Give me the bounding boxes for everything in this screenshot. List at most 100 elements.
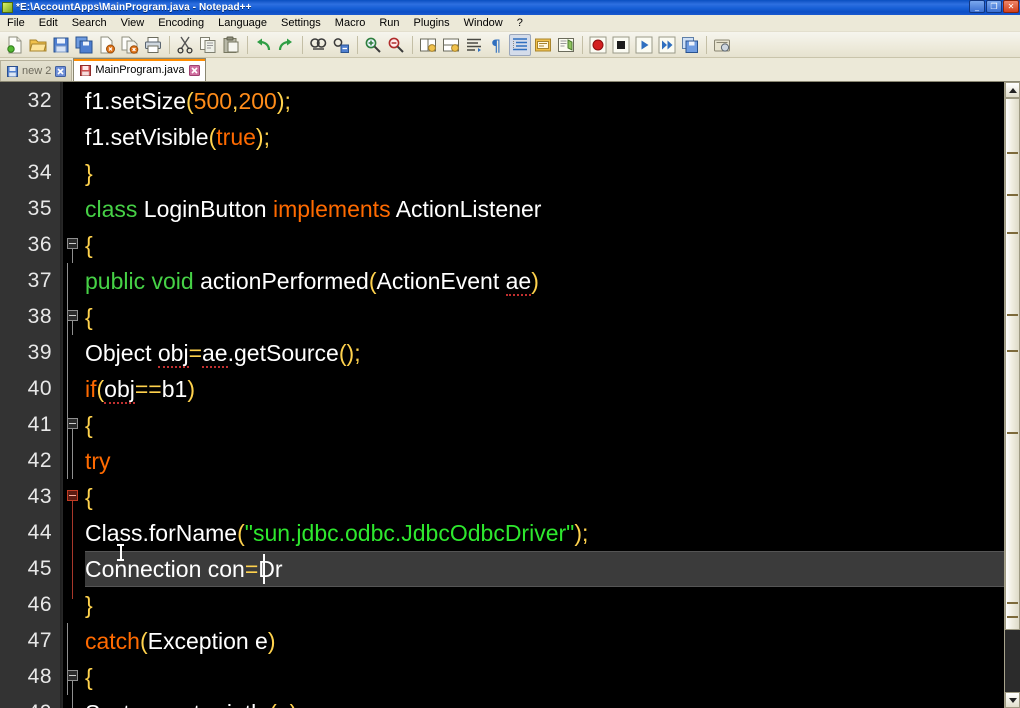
menu-item-search[interactable]: Search xyxy=(65,15,114,31)
code-line[interactable]: 45 Connection con=Dr xyxy=(0,551,1020,587)
code-line[interactable]: 33 f1.setVisible(true); xyxy=(0,119,1020,155)
menu-item-macro[interactable]: Macro xyxy=(328,15,373,31)
menu-item-encoding[interactable]: Encoding xyxy=(151,15,211,31)
menu-item-help[interactable]: ? xyxy=(510,15,530,31)
menu-item-edit[interactable]: Edit xyxy=(32,15,65,31)
find-icon[interactable] xyxy=(307,34,329,56)
menu-item-settings[interactable]: Settings xyxy=(274,15,328,31)
menu-item-window[interactable]: Window xyxy=(457,15,510,31)
copy-icon[interactable] xyxy=(197,34,219,56)
word-wrap-icon[interactable] xyxy=(463,34,485,56)
line-text: public void actionPerformed(ActionEvent … xyxy=(85,263,539,299)
code-token: { xyxy=(85,664,93,690)
macro-play-multiple-icon[interactable] xyxy=(656,34,678,56)
undo-icon[interactable] xyxy=(252,34,274,56)
line-number: 41 xyxy=(27,413,52,436)
save-all-icon[interactable] xyxy=(73,34,95,56)
line-text: f1.setVisible(true); xyxy=(85,119,270,155)
redo-icon[interactable] xyxy=(275,34,297,56)
scrollbar-marks xyxy=(1007,82,1018,708)
macro-play-icon[interactable] xyxy=(633,34,655,56)
close-button[interactable]: ✕ xyxy=(1003,0,1019,13)
zoom-out-icon[interactable] xyxy=(385,34,407,56)
macro-stop-icon[interactable] xyxy=(610,34,632,56)
line-text: } xyxy=(85,587,93,623)
window-title: *E:\AccountApps\MainProgram.java - Notep… xyxy=(16,2,252,13)
code-token: 200 xyxy=(238,88,277,114)
open-file-icon[interactable] xyxy=(27,34,49,56)
menu-item-plugins[interactable]: Plugins xyxy=(407,15,457,31)
scrollbar-mark xyxy=(1007,432,1018,434)
vertical-scrollbar[interactable] xyxy=(1004,82,1020,708)
code-line[interactable]: 49 System.out.println(e); xyxy=(0,695,1020,708)
code-line[interactable]: 34} xyxy=(0,155,1020,191)
scrollbar-mark xyxy=(1007,314,1018,316)
replace-icon[interactable] xyxy=(330,34,352,56)
code-line[interactable]: 36 { xyxy=(0,227,1020,263)
macro-record-icon[interactable] xyxy=(587,34,609,56)
menu-item-file[interactable]: File xyxy=(0,15,32,31)
code-line[interactable]: 42 try xyxy=(0,443,1020,479)
code-line[interactable]: 47 catch(Exception e) xyxy=(0,623,1020,659)
chevron-down-icon xyxy=(1008,697,1017,703)
code-token: ; xyxy=(354,340,361,366)
tab-close-icon[interactable] xyxy=(188,64,200,76)
restore-button[interactable]: ❐ xyxy=(986,0,1002,13)
close-all-icon[interactable] xyxy=(119,34,141,56)
line-number: 48 xyxy=(27,665,52,688)
code-line[interactable]: 39 Object obj=ae.getSource(); xyxy=(0,335,1020,371)
menu-item-run[interactable]: Run xyxy=(372,15,406,31)
tab-new-2[interactable]: new 2 xyxy=(0,60,73,81)
code-line[interactable]: 37 public void actionPerformed(ActionEven… xyxy=(0,263,1020,299)
code-line[interactable]: 38 { xyxy=(0,299,1020,335)
line-text: Connection con=Dr xyxy=(85,551,283,587)
code-token: ( xyxy=(186,88,194,114)
indent-guide-icon[interactable] xyxy=(509,33,531,56)
new-file-icon[interactable] xyxy=(4,34,26,56)
code-editor[interactable]: 32 f1.setSize(500,200); 33 f1.setVisible(tr… xyxy=(0,82,1020,708)
zoom-in-icon[interactable] xyxy=(362,34,384,56)
line-text: Class.forName("sun.jdbc.odbc.JdbcOdbcDri… xyxy=(85,515,588,551)
user-defined-dialog-icon[interactable] xyxy=(532,34,554,56)
code-line[interactable]: 41 { xyxy=(0,407,1020,443)
line-text: try xyxy=(85,443,111,479)
sync-vertical-icon[interactable] xyxy=(417,34,439,56)
show-all-characters-icon[interactable]: ¶ xyxy=(486,34,508,56)
save-icon[interactable] xyxy=(50,34,72,56)
document-map-icon[interactable] xyxy=(555,34,577,56)
minimize-button[interactable]: _ xyxy=(969,0,985,13)
print-icon[interactable] xyxy=(142,34,164,56)
toolbar-separator xyxy=(412,35,413,54)
tab-close-icon[interactable] xyxy=(55,65,67,77)
code-line[interactable]: 40 if(obj==b1) xyxy=(0,371,1020,407)
code-token: ae xyxy=(505,268,532,296)
menu-item-language[interactable]: Language xyxy=(211,15,274,31)
scrollbar-mark xyxy=(1007,350,1018,352)
menu-item-view[interactable]: View xyxy=(114,15,152,31)
code-line[interactable]: 44 Class.forName("sun.jdbc.odbc.JdbcOdbcD… xyxy=(0,515,1020,551)
scroll-down-arrow[interactable] xyxy=(1005,692,1020,708)
code-token: b1 xyxy=(161,376,188,402)
code-line[interactable]: 32 f1.setSize(500,200); xyxy=(0,83,1020,119)
code-line[interactable]: 46} xyxy=(0,587,1020,623)
code-line[interactable]: 35 class LoginButton implements ActionLis… xyxy=(0,191,1020,227)
code-token: } xyxy=(85,160,93,186)
tab-mainprogram-java[interactable]: MainProgram.java xyxy=(73,58,206,81)
scrollbar-mark xyxy=(1007,194,1018,196)
toolbar: ¶ xyxy=(0,32,1020,58)
line-number: 46 xyxy=(27,593,52,616)
tab-label: MainProgram.java xyxy=(95,64,185,76)
run-icon[interactable] xyxy=(711,34,733,56)
macro-save-icon[interactable] xyxy=(679,34,701,56)
code-line[interactable]: 48 { xyxy=(0,659,1020,695)
sync-horizontal-icon[interactable] xyxy=(440,34,462,56)
line-text: { xyxy=(85,407,93,443)
cut-icon[interactable] xyxy=(174,34,196,56)
code-line[interactable]: 43 { xyxy=(0,479,1020,515)
paste-icon[interactable] xyxy=(220,34,242,56)
code-token: ) xyxy=(255,124,264,150)
code-token: f1.setVisible xyxy=(85,124,209,150)
close-file-icon[interactable] xyxy=(96,34,118,56)
line-number: 40 xyxy=(27,377,52,400)
code-token: obj xyxy=(157,340,189,368)
